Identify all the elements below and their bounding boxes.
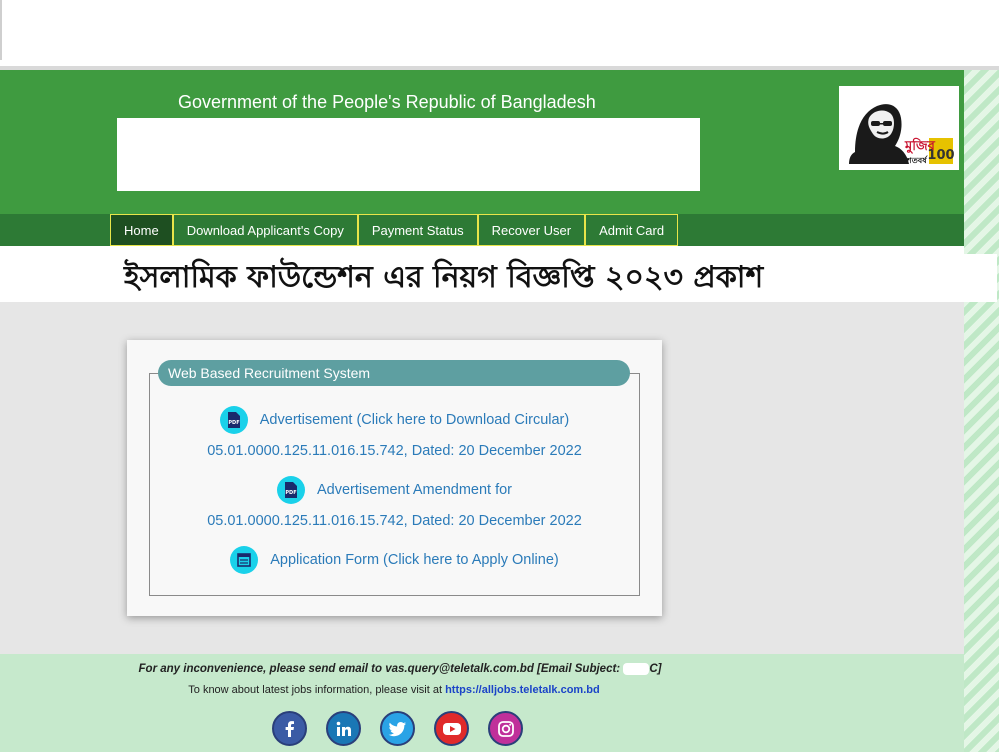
- header-title-area: [117, 118, 700, 191]
- main-nav: Home Download Applicant's Copy Payment S…: [0, 214, 964, 246]
- browser-top-area: [0, 0, 999, 66]
- svg-text:শতবর্ষ: শতবর্ষ: [906, 155, 929, 165]
- recruitment-card: Web Based Recruitment System PDF Adverti…: [127, 340, 662, 616]
- advertisement-link-text[interactable]: Advertisement (Click here to Download Ci…: [260, 412, 569, 428]
- nav-admit-card[interactable]: Admit Card: [585, 214, 679, 246]
- site-footer: For any inconvenience, please send email…: [0, 654, 964, 752]
- svg-text:মুজিব: মুজিব: [904, 137, 936, 155]
- right-decorative-stripe: [964, 70, 999, 752]
- mujib-portrait-icon: 100 মুজিব শতবর্ষ: [849, 104, 955, 165]
- redacted-subject: [623, 663, 650, 675]
- facebook-icon[interactable]: [272, 711, 307, 746]
- recruitment-legend: Web Based Recruitment System: [158, 360, 630, 386]
- twitter-icon[interactable]: [380, 711, 415, 746]
- alljobs-link[interactable]: https://alljobs.teletalk.com.bd: [445, 684, 600, 696]
- left-edge-mark: [0, 0, 2, 60]
- pdf-icon: PDF: [276, 476, 305, 504]
- nav-payment-status[interactable]: Payment Status: [357, 214, 478, 246]
- site-header: Government of the People's Republic of B…: [0, 70, 964, 214]
- amendment-link-text[interactable]: Advertisement Amendment for: [317, 482, 512, 498]
- announcement-banner: ইসলামিক ফাউন্ডেশন এর নিয়গ বিজ্ঞপ্তি ২০২…: [0, 254, 997, 302]
- amendment-reference: 05.01.0000.125.11.016.15.742, Dated: 20 …: [207, 513, 582, 529]
- pdf-icon: PDF: [219, 406, 248, 434]
- linkedin-icon[interactable]: [326, 711, 361, 746]
- nav-recover-user[interactable]: Recover User: [477, 214, 586, 246]
- application-form-link[interactable]: Application Form (Click here to Apply On…: [127, 546, 662, 574]
- social-links: [272, 711, 523, 746]
- youtube-icon[interactable]: [434, 711, 469, 746]
- svg-text:PDF: PDF: [228, 420, 239, 426]
- svg-text:PDF: PDF: [285, 490, 296, 496]
- contact-notice: For any inconvenience, please send email…: [138, 663, 662, 676]
- advertisement-link[interactable]: PDF Advertisement (Click here to Downloa…: [127, 406, 662, 434]
- nav-home[interactable]: Home: [110, 214, 173, 246]
- advertisement-reference: 05.01.0000.125.11.016.15.742, Dated: 20 …: [207, 443, 582, 459]
- mujib-100-logo: 100 মুজিব শতবর্ষ: [839, 86, 959, 170]
- nav-download-applicant-copy[interactable]: Download Applicant's Copy: [172, 214, 358, 246]
- government-title: Government of the People's Republic of B…: [178, 92, 596, 112]
- jobs-notice: To know about latest jobs information, p…: [188, 684, 600, 696]
- form-icon: [230, 546, 259, 574]
- instagram-icon[interactable]: [488, 711, 523, 746]
- main-content: Web Based Recruitment System PDF Adverti…: [0, 302, 964, 654]
- amendment-link[interactable]: PDF Advertisement Amendment for: [127, 476, 662, 504]
- application-form-link-text[interactable]: Application Form (Click here to Apply On…: [270, 552, 559, 568]
